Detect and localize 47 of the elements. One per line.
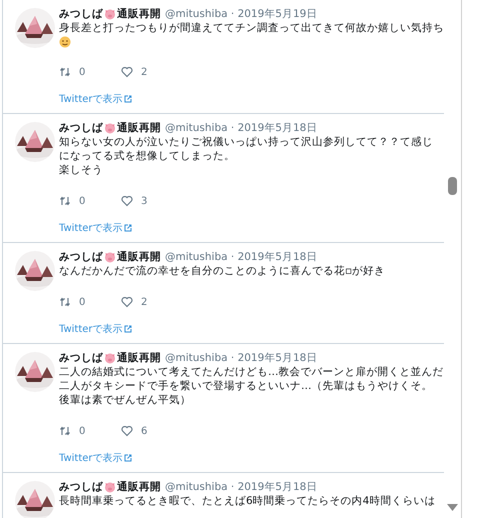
retweet-icon[interactable]	[59, 66, 71, 78]
tweet-text: 身長差と打ったつもりが間違えててチン調査って出てきて何故か嬉しい気持ち	[59, 21, 444, 35]
scrollbar-thumb[interactable]	[448, 177, 457, 195]
heart-icon[interactable]	[121, 296, 133, 308]
handle-and-date: @mitushiba · 2019年5月18日	[165, 351, 318, 365]
external-link-icon	[124, 95, 132, 103]
handle-and-date: @mitushiba · 2019年5月18日	[165, 480, 318, 494]
pig-icon	[104, 122, 116, 134]
tweet-text: 二人の結婚式について考えてたんだけども…教会でバーンと扉が開くと並んだ 二人がタキシードで手を繋いで登場するといいナ…（先輩はもうやけくそ。 後輩は素でぜんぜん平気）	[59, 365, 444, 407]
like-count: 3	[141, 196, 148, 206]
pig-icon	[104, 8, 116, 20]
external-link-icon	[124, 325, 132, 333]
external-link-icon	[124, 224, 132, 232]
retweet-icon[interactable]	[59, 195, 71, 207]
user-name[interactable]: みつしば	[59, 7, 103, 21]
like-count: 2	[141, 66, 148, 78]
handle-and-date: @mitushiba · 2019年5月19日	[165, 7, 318, 21]
user-name[interactable]: みつしば	[59, 351, 103, 365]
retweet-count: 0	[79, 426, 86, 436]
scroll-down-icon[interactable]	[447, 504, 458, 511]
external-link-icon	[124, 454, 132, 462]
tweet-text: 知らない女の人が泣いたりご祝儀いっぱい持って沢山参列してて？？て感じ になってる式を想像してしまった。 楽しそう	[59, 135, 433, 177]
retweet-count: 0	[79, 296, 86, 308]
retweet-icon[interactable]	[59, 425, 71, 437]
heart-icon[interactable]	[121, 66, 133, 78]
tweet-text: 長時間車乗ってるとき暇で、たとえば6時間乗ってたらその内4時間くらいは	[59, 494, 436, 508]
retweet-icon[interactable]	[59, 296, 71, 308]
user-name-suffix: 通販再開	[117, 351, 161, 365]
handle-and-date: @mitushiba · 2019年5月18日	[165, 121, 318, 135]
user-name[interactable]: みつしば	[59, 480, 103, 494]
user-name[interactable]: みつしば	[59, 121, 103, 135]
heart-icon[interactable]	[121, 425, 133, 437]
tweet-text: なんだかんだで流の幸せを自分のことのように喜んでる花▫が好き	[59, 264, 386, 278]
pig-icon	[104, 481, 116, 493]
user-name[interactable]: みつしば	[59, 250, 103, 264]
user-name-suffix: 通販再開	[117, 250, 161, 264]
retweet-count: 0	[79, 196, 86, 206]
like-count: 2	[141, 296, 148, 308]
heart-icon[interactable]	[121, 195, 133, 207]
user-name-suffix: 通販再開	[117, 121, 161, 135]
pig-icon	[104, 352, 116, 364]
retweet-count: 0	[79, 66, 86, 78]
handle-and-date: @mitushiba · 2019年5月18日	[165, 250, 318, 264]
pig-icon	[104, 251, 116, 263]
user-name-suffix: 通販再開	[117, 7, 161, 21]
user-name-suffix: 通販再開	[117, 480, 161, 494]
like-count: 6	[141, 426, 148, 436]
